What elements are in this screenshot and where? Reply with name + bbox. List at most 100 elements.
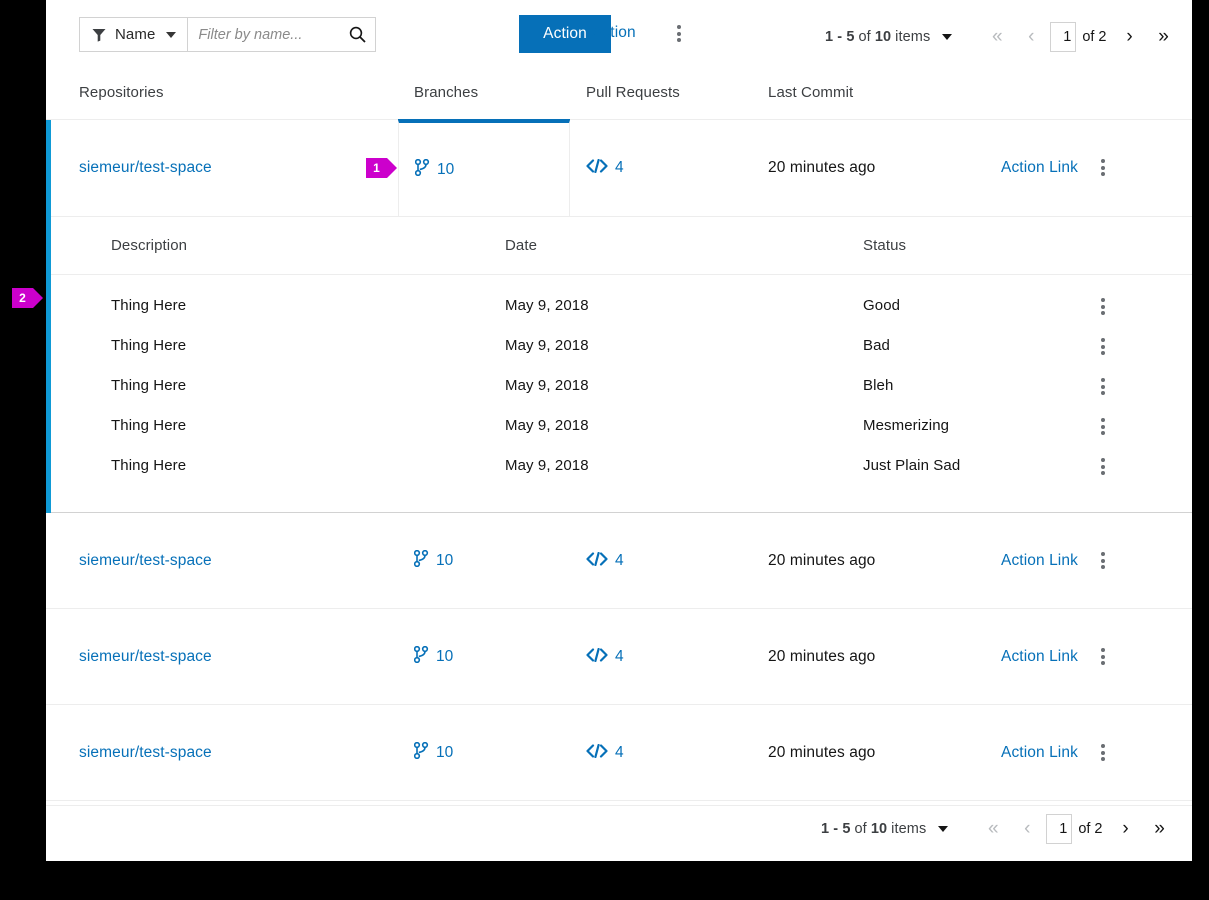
pagination-prev-button[interactable]: ‹ [1010, 812, 1044, 846]
pull-requests-count: 4 [615, 744, 624, 761]
detail-row: Thing Here May 9, 2018 Just Plain Sad [46, 447, 1192, 487]
branches-count: 10 [437, 161, 455, 178]
branches-link[interactable]: 10 [413, 645, 453, 668]
detail-date: May 9, 2018 [505, 337, 589, 354]
row-action-link[interactable]: Action Link [1001, 552, 1078, 570]
last-commit-cell: 20 minutes ago [768, 120, 875, 216]
detail-date: May 9, 2018 [505, 457, 589, 474]
pagination-perpage-dropdown[interactable] [938, 826, 949, 832]
pagination-first-button[interactable]: « [976, 812, 1010, 846]
table-column-headers: Repositories Branches Pull Requests Last… [46, 68, 1192, 122]
expanded-detail-panel: Description Date Status Thing Here May 9… [46, 217, 1192, 513]
table-row[interactable]: siemeur/test-space 10 4 20 minutes ago A… [46, 513, 1192, 609]
pagination-first-button[interactable]: « [980, 20, 1014, 54]
detail-row-kebab-icon[interactable] [1101, 338, 1105, 355]
funnel-icon [92, 28, 106, 42]
detail-row: Thing Here May 9, 2018 Good [46, 287, 1192, 327]
pull-requests-cell: 4 [586, 705, 624, 801]
pagination-of-word: of [858, 29, 871, 45]
pagination-page-total: of 2 [1082, 29, 1107, 45]
pull-requests-link[interactable]: 4 [586, 158, 624, 178]
column-header-pull-requests[interactable]: Pull Requests [586, 84, 680, 101]
pagination-summary: 1 - 5 of 10 items [821, 821, 926, 837]
pull-requests-cell: 4 [586, 120, 624, 216]
repo-cell: siemeur/test-space [79, 609, 212, 705]
repo-cell: siemeur/test-space [79, 705, 212, 801]
bottom-divider [46, 805, 1192, 806]
repo-link[interactable]: siemeur/test-space [79, 648, 212, 666]
pagination-top: 1 - 5of10items « ‹ of 2 › » [825, 20, 1181, 54]
search-input[interactable] [188, 25, 339, 44]
table-row[interactable]: siemeur/test-space 10 4 20 minutes ago A… [46, 120, 1192, 217]
pagination-page-input[interactable] [1050, 22, 1077, 52]
row-selection-bar [46, 120, 51, 513]
detail-row-kebab-icon[interactable] [1101, 458, 1105, 475]
row-action-link[interactable]: Action Link [1001, 744, 1078, 762]
last-commit-text: 20 minutes ago [768, 159, 876, 176]
branches-link[interactable]: 10 [414, 158, 455, 181]
last-commit-text: 20 minutes ago [768, 552, 876, 569]
secondary-action-link[interactable]: Action [586, 23, 642, 43]
branches-cell: 10 [413, 705, 454, 801]
repo-cell: siemeur/test-space [79, 120, 212, 216]
detail-row: Thing Here May 9, 2018 Bad [46, 327, 1192, 367]
row-overflow-kebab-icon[interactable] [1101, 744, 1105, 761]
code-icon [586, 551, 608, 571]
detail-description: Thing Here [111, 337, 187, 354]
toolbar-overflow-kebab-icon[interactable] [677, 25, 681, 42]
detail-date: May 9, 2018 [505, 417, 589, 434]
column-header-branches[interactable]: Branches [414, 84, 478, 101]
code-icon [586, 743, 608, 763]
pagination-range: 1 - 5 [821, 821, 851, 837]
detail-row-kebab-icon[interactable] [1101, 378, 1105, 395]
branches-cell-active[interactable]: 10 [398, 120, 570, 217]
detail-status: Good [863, 297, 901, 314]
row-action-link[interactable]: Action Link [1001, 648, 1078, 666]
pagination-total: 10 [874, 29, 892, 45]
table-row[interactable]: siemeur/test-space 10 4 20 minutes ago A… [46, 705, 1192, 801]
row-overflow-kebab-icon[interactable] [1101, 552, 1105, 569]
branches-cell: 10 [413, 513, 453, 609]
column-header-repositories[interactable]: Repositories [79, 84, 164, 101]
repo-cell: siemeur/test-space [79, 513, 212, 609]
last-commit-cell: 20 minutes ago [768, 609, 875, 705]
pagination-next-button[interactable]: › [1109, 812, 1143, 846]
action-cell: Action Link [1001, 513, 1078, 609]
row-overflow-kebab-icon[interactable] [1101, 159, 1105, 176]
pagination-last-button[interactable]: » [1147, 20, 1181, 54]
pagination-total: 10 [870, 821, 888, 837]
branch-icon [414, 158, 430, 181]
branch-icon [413, 645, 429, 668]
pull-requests-count: 4 [615, 552, 624, 569]
search-icon[interactable] [349, 26, 367, 48]
column-header-last-commit[interactable]: Last Commit [768, 84, 853, 101]
table-row[interactable]: siemeur/test-space 10 4 20 minutes ago A… [46, 609, 1192, 705]
branches-link[interactable]: 10 [413, 549, 453, 572]
pagination-bottom: 1 - 5of10items « ‹ of 2 › » [821, 812, 1177, 846]
pagination-perpage-dropdown[interactable] [942, 34, 953, 40]
detail-description: Thing Here [111, 457, 187, 474]
repo-link[interactable]: siemeur/test-space [79, 552, 212, 570]
pull-requests-link[interactable]: 4 [586, 743, 624, 763]
detail-row-kebab-icon[interactable] [1101, 298, 1105, 315]
detail-row: Thing Here May 9, 2018 Bleh [46, 367, 1192, 407]
pagination-next-button[interactable]: › [1113, 20, 1147, 54]
pagination-prev-button[interactable]: ‹ [1014, 20, 1048, 54]
pull-requests-link[interactable]: 4 [586, 647, 624, 667]
pagination-range: 1 - 5 [825, 29, 855, 45]
row-action-link[interactable]: Action Link [1001, 159, 1078, 177]
chevron-down-icon [166, 31, 177, 38]
callout-marker-1: 1 [366, 158, 397, 178]
pull-requests-link[interactable]: 4 [586, 551, 624, 571]
pagination-last-button[interactable]: » [1143, 812, 1177, 846]
data-table-panel: Name Action Action [46, 0, 1192, 861]
branches-link[interactable]: 10 [413, 741, 454, 764]
pagination-page-input[interactable] [1046, 814, 1073, 844]
detail-row-kebab-icon[interactable] [1101, 418, 1105, 435]
branches-count: 10 [436, 744, 454, 761]
row-overflow-kebab-icon[interactable] [1101, 648, 1105, 665]
repo-link[interactable]: siemeur/test-space [79, 744, 212, 762]
pull-requests-cell: 4 [586, 609, 624, 705]
repo-link[interactable]: siemeur/test-space [79, 159, 212, 177]
filter-type-dropdown[interactable]: Name [79, 17, 189, 52]
